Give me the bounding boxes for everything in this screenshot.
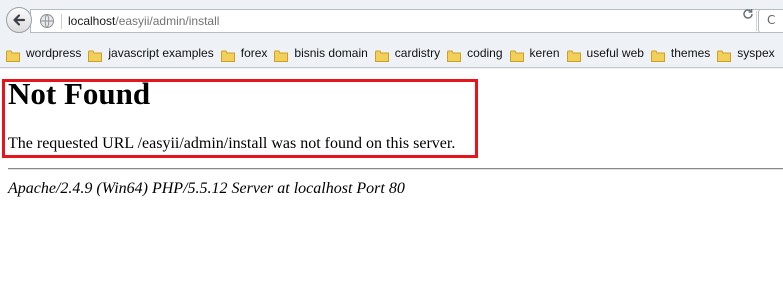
folder-icon bbox=[88, 47, 103, 62]
folder-icon bbox=[6, 47, 20, 62]
url-text[interactable]: localhost/easyii/admin/install bbox=[68, 13, 219, 29]
folder-icon bbox=[220, 47, 235, 62]
folder-icon bbox=[274, 47, 289, 62]
folder-icon bbox=[650, 47, 665, 62]
highlight-annotation-box bbox=[2, 79, 478, 158]
bookmark-folder-keren[interactable]: keren bbox=[509, 42, 560, 64]
folder-icon bbox=[566, 47, 581, 62]
bookmark-label: forex bbox=[240, 46, 268, 60]
bookmark-label: bisnis domain bbox=[294, 46, 368, 60]
globe-icon[interactable] bbox=[39, 13, 55, 29]
bookmark-folder-coding[interactable]: coding bbox=[447, 42, 503, 64]
bookmarks-toolbar: wordpress javascript examples forex bisn… bbox=[0, 39, 783, 68]
url-host: localhost bbox=[68, 14, 116, 28]
page-content: Not Found The requested URL /easyii/admi… bbox=[0, 69, 783, 289]
url-bar[interactable]: localhost/easyii/admin/install bbox=[30, 9, 770, 33]
search-box-text: C bbox=[767, 13, 776, 27]
folder-icon bbox=[717, 47, 732, 62]
url-separator bbox=[61, 14, 62, 29]
bookmark-folder-useful-web[interactable]: useful web bbox=[566, 42, 644, 64]
url-divider bbox=[756, 11, 757, 31]
reload-button[interactable] bbox=[740, 6, 756, 22]
bookmark-folder-syspex[interactable]: syspex bbox=[717, 42, 775, 64]
back-arrow-icon bbox=[12, 13, 26, 27]
folder-icon bbox=[509, 47, 524, 62]
bookmark-label: syspex bbox=[737, 46, 775, 60]
navigation-bar: localhost/easyii/admin/install C bbox=[0, 3, 783, 37]
bookmark-label: themes bbox=[670, 46, 711, 60]
back-button[interactable] bbox=[6, 7, 32, 33]
bookmark-folder-wordpress[interactable]: wordpress bbox=[6, 42, 81, 64]
server-signature: Apache/2.4.9 (Win64) PHP/5.5.12 Server a… bbox=[8, 180, 405, 197]
bookmark-label: wordpress bbox=[26, 46, 82, 60]
bookmark-label: keren bbox=[529, 46, 560, 60]
bookmark-label: coding bbox=[467, 46, 503, 60]
horizontal-rule bbox=[8, 168, 783, 170]
folder-icon bbox=[447, 47, 462, 62]
bookmark-label: useful web bbox=[586, 46, 644, 60]
bookmark-folder-forex[interactable]: forex bbox=[220, 42, 268, 64]
browser-chrome: localhost/easyii/admin/install C wordpre… bbox=[0, 0, 783, 69]
bookmark-folder-themes[interactable]: themes bbox=[650, 42, 711, 64]
search-box[interactable]: C bbox=[758, 9, 783, 33]
folder-icon bbox=[374, 47, 389, 62]
bookmark-folder-javascript-examples[interactable]: javascript examples bbox=[88, 42, 214, 64]
bookmark-label: javascript examples bbox=[108, 46, 214, 60]
bookmark-folder-cardistry[interactable]: cardistry bbox=[374, 42, 441, 64]
reload-icon bbox=[742, 8, 754, 20]
bookmark-folder-bisnis-domain[interactable]: bisnis domain bbox=[274, 42, 368, 64]
url-path: /easyii/admin/install bbox=[115, 14, 220, 28]
bookmark-label: cardistry bbox=[394, 46, 441, 60]
